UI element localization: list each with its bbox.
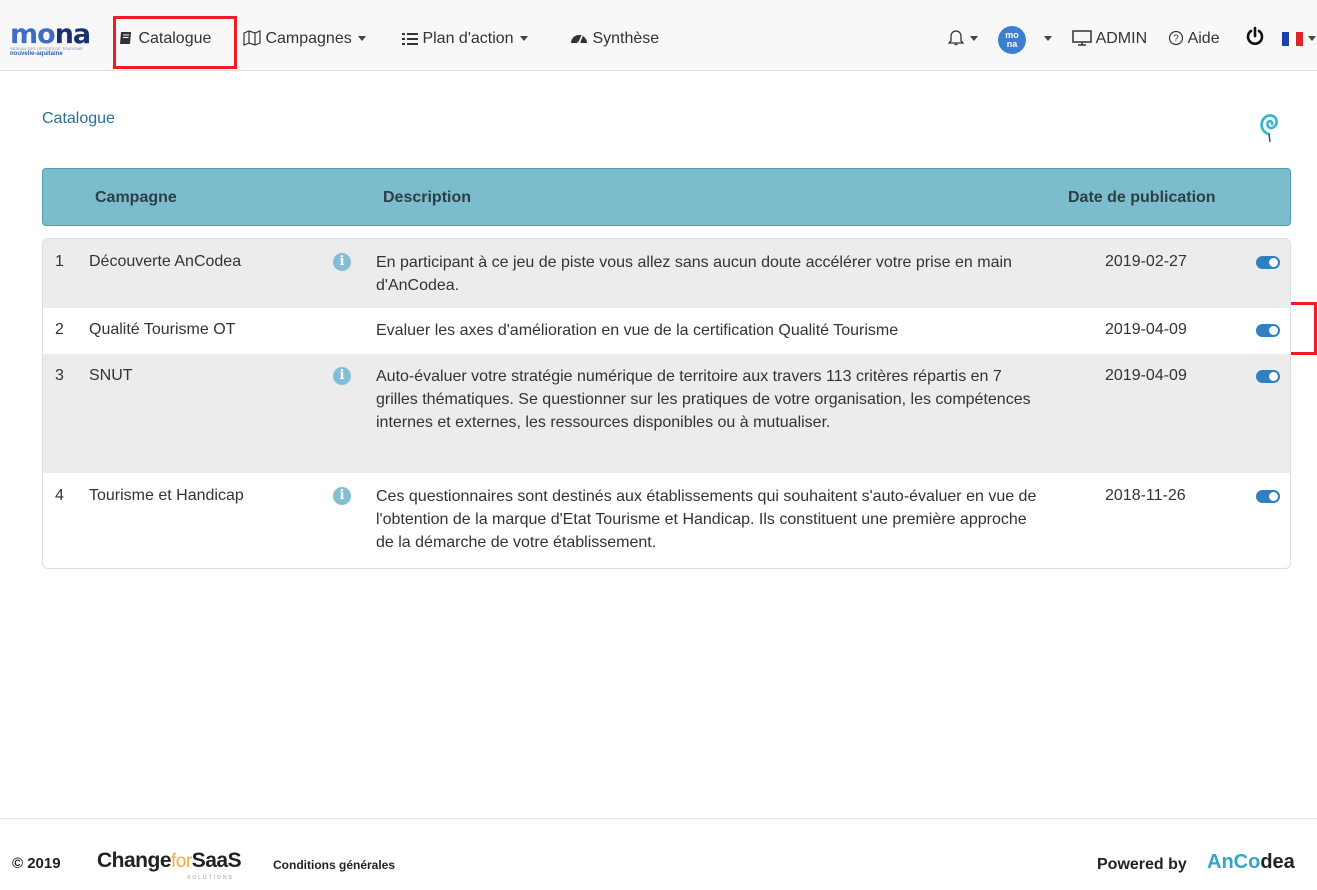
brand-saas: SaaS xyxy=(191,849,242,872)
chevron-down-icon xyxy=(519,36,528,41)
campaign-table: 1 Découverte AnCodea i En participant à … xyxy=(42,238,1291,569)
info-icon[interactable]: i xyxy=(333,487,351,505)
brand-for: for xyxy=(171,851,192,872)
chevron-down-icon xyxy=(970,36,978,41)
copyright-text: © 2019 xyxy=(12,855,61,872)
row-number: 1 xyxy=(55,253,64,270)
header-date[interactable]: Date de publication xyxy=(1068,189,1216,207)
logo-region: nouvelle-aquitaine xyxy=(10,51,63,57)
nav-aide[interactable]: ? Aide xyxy=(1168,26,1220,52)
nav-admin-label: ADMIN xyxy=(1095,30,1148,47)
changeforsaas-logo[interactable]: ChangeforSaaS SOLUTIONS xyxy=(97,849,242,881)
campaign-name: Découverte AnCodea xyxy=(89,253,242,270)
table-row[interactable]: 3 SNUT i Auto-évaluer votre stratégie nu… xyxy=(43,354,1290,473)
toggle-switch[interactable] xyxy=(1256,256,1280,269)
power-icon xyxy=(1245,26,1265,47)
powered-by-text: Powered by xyxy=(1097,856,1187,873)
campaign-description: En participant à ce jeu de piste vous al… xyxy=(376,254,1012,294)
nav-plan-action[interactable]: Plan d'action xyxy=(402,26,528,52)
nav-aide-label: Aide xyxy=(1187,30,1220,47)
avatar[interactable]: mo na xyxy=(998,26,1026,54)
chevron-down-icon xyxy=(1044,36,1052,41)
table-row[interactable]: 2 Qualité Tourisme OT Evaluer les axes d… xyxy=(43,308,1290,354)
ancodea-o: o xyxy=(1248,851,1261,873)
table-row[interactable]: 1 Découverte AnCodea i En participant à … xyxy=(43,239,1290,308)
row-number: 4 xyxy=(55,487,64,504)
nav-admin[interactable]: ADMIN xyxy=(1072,26,1147,52)
brand-solutions: SOLUTIONS xyxy=(187,875,234,881)
publication-date: 2019-02-27 xyxy=(1105,253,1187,270)
toggle-switch[interactable] xyxy=(1256,370,1280,383)
highlight-box-catalogue xyxy=(113,16,237,69)
info-icon[interactable]: i xyxy=(333,367,351,385)
french-flag-icon xyxy=(1282,30,1306,47)
toggle-switch[interactable] xyxy=(1256,490,1280,503)
nav-synthese[interactable]: Synthèse xyxy=(570,26,659,52)
bell-icon xyxy=(947,30,965,47)
help-icon: ? xyxy=(1168,30,1184,47)
publication-date: 2019-04-09 xyxy=(1105,367,1187,384)
campaign-description: Auto-évaluer votre stratégie numérique d… xyxy=(376,368,1031,431)
campaign-name: SNUT xyxy=(89,367,133,384)
nav-plan-action-label: Plan d'action xyxy=(422,30,514,47)
avatar-menu-toggle[interactable] xyxy=(1038,26,1052,52)
publication-date: 2018-11-26 xyxy=(1105,487,1186,504)
logout-button[interactable] xyxy=(1245,26,1265,52)
row-number: 2 xyxy=(55,321,64,338)
table-header: Campagne Description Date de publication xyxy=(42,168,1291,226)
campaign-description: Ces questionnaires sont destinés aux éta… xyxy=(376,488,1037,551)
chevron-down-icon xyxy=(357,36,366,41)
campaign-description: Evaluer les axes d'amélioration en vue d… xyxy=(376,322,899,339)
campaign-name: Tourisme et Handicap xyxy=(89,487,244,504)
notifications-menu[interactable] xyxy=(947,26,978,52)
ancodea-swirl-icon xyxy=(1257,108,1281,149)
table-row[interactable]: 4 Tourisme et Handicap i Ces questionnai… xyxy=(43,473,1290,568)
map-icon xyxy=(243,30,261,47)
svg-text:?: ? xyxy=(1173,34,1179,45)
footer: © 2019 ChangeforSaaS SOLUTIONS Condition… xyxy=(0,818,1317,890)
monitor-icon xyxy=(1072,30,1092,47)
campaign-name: Qualité Tourisme OT xyxy=(89,321,236,338)
ancodea-an: AnC xyxy=(1207,851,1249,873)
language-selector[interactable] xyxy=(1282,26,1316,52)
header-campagne[interactable]: Campagne xyxy=(95,189,177,207)
info-icon[interactable]: i xyxy=(333,253,351,271)
row-number: 3 xyxy=(55,367,64,384)
dashboard-icon xyxy=(570,30,588,47)
mona-logo[interactable]: mona RESEAU DES OFFICES DE TOURISME nouv… xyxy=(10,21,104,60)
ancodea-dea: dea xyxy=(1260,851,1295,873)
conditions-generales-link[interactable]: Conditions générales xyxy=(273,858,395,872)
ancodea-logo[interactable]: AnCodea xyxy=(1207,851,1295,874)
breadcrumb[interactable]: Catalogue xyxy=(42,110,115,128)
brand-change: Change xyxy=(97,849,172,872)
list-icon xyxy=(402,30,418,47)
publication-date: 2019-04-09 xyxy=(1105,321,1187,338)
toggle-switch[interactable] xyxy=(1256,324,1280,337)
nav-campagnes[interactable]: Campagnes xyxy=(243,26,366,52)
header-description[interactable]: Description xyxy=(383,189,471,207)
nav-synthese-label: Synthèse xyxy=(592,30,660,47)
chevron-down-icon xyxy=(1308,36,1316,41)
nav-campagnes-label: Campagnes xyxy=(265,30,352,47)
